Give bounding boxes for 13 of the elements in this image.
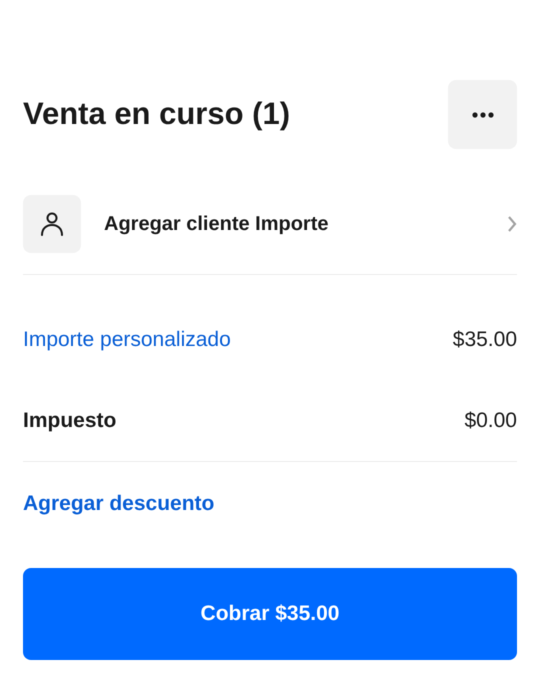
line-item-link[interactable]: Importe personalizado	[23, 324, 231, 356]
charge-button[interactable]: Cobrar $35.00	[23, 568, 517, 660]
chevron-right-icon	[507, 216, 517, 232]
add-discount-link[interactable]: Agregar descuento	[23, 488, 214, 520]
more-button[interactable]	[448, 80, 517, 149]
person-icon	[23, 195, 81, 253]
line-item-amount: $0.00	[464, 408, 517, 434]
page-title: Venta en curso (1)	[23, 95, 290, 134]
more-icon	[472, 112, 494, 118]
line-item-amount: $35.00	[452, 326, 517, 353]
customer-label: Agregar cliente Importe	[104, 212, 330, 237]
line-item-label: Impuesto	[23, 408, 116, 434]
customer-row[interactable]: Agregar cliente Importe	[23, 195, 517, 253]
